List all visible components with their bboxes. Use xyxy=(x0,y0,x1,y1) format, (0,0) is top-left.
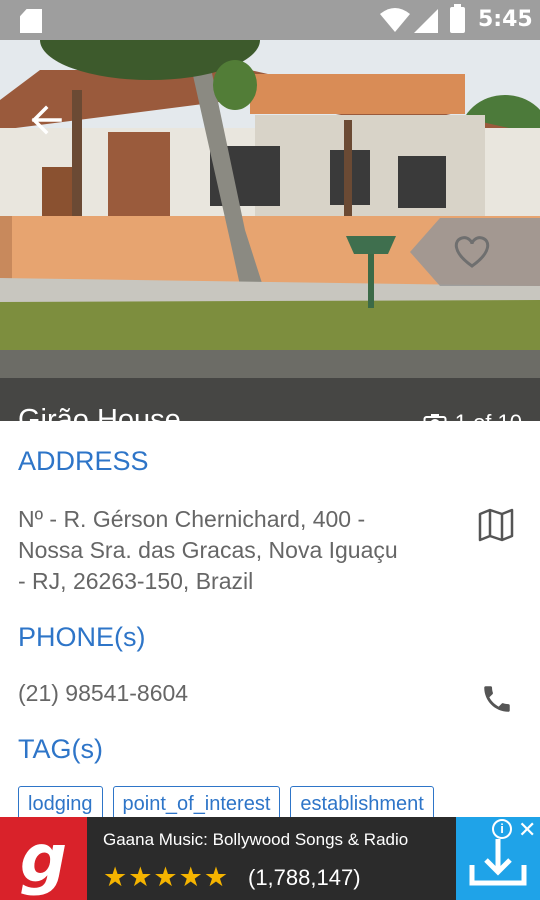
address-label: ADDRESS xyxy=(18,446,149,476)
address-line: Nossa Sra. das Gracas, Nova Iguaçu xyxy=(18,537,398,563)
rating-stars-icon: ★★★★★ xyxy=(103,862,230,892)
place-photo[interactable]: Girão House 1 of 10 xyxy=(0,40,540,421)
ad-info-icon[interactable]: i xyxy=(492,819,512,839)
camera-icon xyxy=(423,414,447,421)
favorite-heart-icon[interactable] xyxy=(410,218,540,286)
signal-icon xyxy=(414,9,438,33)
address-line: - RJ, 26263-150, Brazil xyxy=(18,568,254,594)
tags-label: TAG(s) xyxy=(18,734,103,764)
status-bar: 5:45 xyxy=(0,0,540,40)
photo-counter: 1 of 10 xyxy=(423,410,522,421)
phone-label: PHONE(s) xyxy=(18,622,146,652)
phone-number[interactable]: (21) 98541-8604 xyxy=(18,678,188,709)
address-line: Nº - R. Gérson Chernichard, 400 - xyxy=(18,506,366,532)
battery-icon xyxy=(450,4,465,33)
ad-close-icon[interactable]: ✕ xyxy=(518,817,536,843)
ad-title: Gaana Music: Bollywood Songs & Radio xyxy=(103,830,409,849)
photo-counter-text: 1 of 10 xyxy=(455,410,522,421)
phone-icon[interactable] xyxy=(480,682,514,716)
ad-banner[interactable]: g Gaana Music: Bollywood Songs & Radio ★… xyxy=(0,817,540,900)
address-text[interactable]: Nº - R. Gérson Chernichard, 400 - Nossa … xyxy=(18,504,398,597)
place-title: Girão House xyxy=(18,404,181,421)
wifi-icon xyxy=(380,8,410,32)
rating-count: (1,788,147) xyxy=(248,865,361,890)
gaana-logo: g xyxy=(0,817,87,900)
map-icon[interactable] xyxy=(478,508,514,542)
clock: 5:45 xyxy=(478,7,533,32)
sd-card-icon xyxy=(20,9,42,33)
back-arrow-icon[interactable] xyxy=(26,102,66,138)
